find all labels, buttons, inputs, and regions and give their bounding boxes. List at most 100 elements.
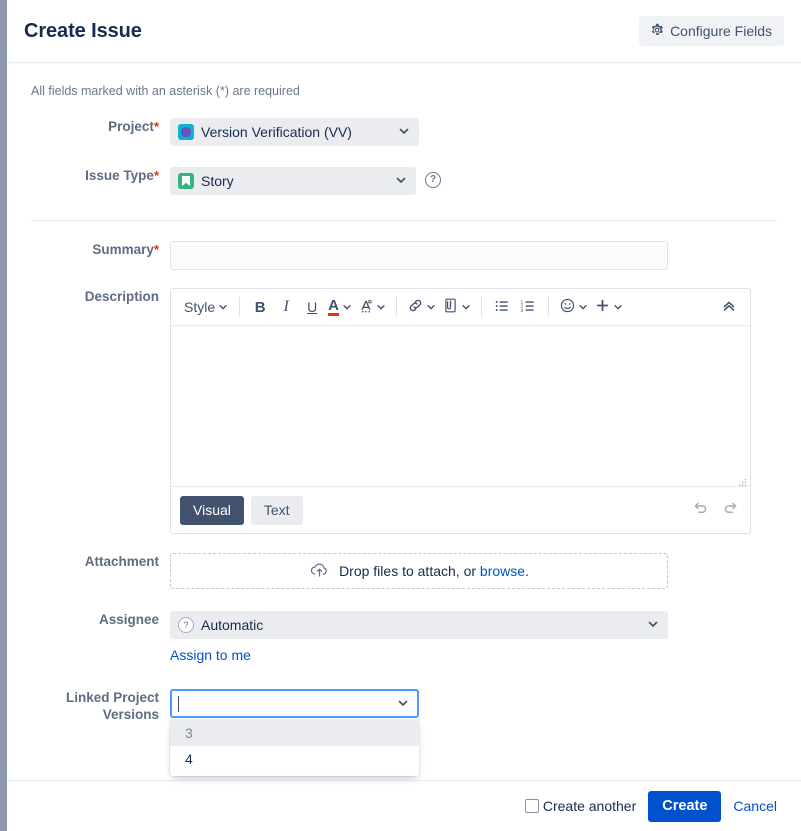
svg-text:3: 3 [521, 307, 524, 313]
linked-project-versions-label-line2: Versions [102, 707, 159, 722]
summary-control [170, 241, 777, 270]
project-select[interactable]: Version Verification (VV) [170, 118, 419, 146]
summary-required-asterisk: * [153, 242, 159, 257]
description-control: Style B I U A 1 2 3 Visual Text [170, 288, 777, 534]
create-button[interactable]: Create [648, 790, 722, 822]
assignee-label: Assignee [31, 611, 170, 628]
assignee-label-text: Assignee [98, 612, 159, 627]
summary-input[interactable] [170, 241, 668, 270]
field-row-issue-type: Issue Type* Story ? [7, 167, 801, 195]
insert-link-button[interactable] [404, 293, 439, 321]
attachment-control: Drop files to attach, or browse. [170, 553, 777, 589]
toolbar-separator [395, 297, 397, 317]
text-caret [178, 695, 179, 712]
collapse-toolbar-button[interactable] [716, 293, 742, 321]
issue-type-required-asterisk: * [153, 168, 159, 183]
field-row-assignee: Assignee ? Automatic Assign to me [7, 611, 801, 665]
paperclip-icon [442, 297, 459, 317]
text-color-button[interactable]: A [325, 293, 355, 321]
toolbar-separator [547, 297, 549, 317]
assignee-control: ? Automatic Assign to me [170, 611, 777, 665]
avatar-unknown-icon: ? [178, 617, 194, 633]
style-label: Style [184, 299, 216, 315]
page-background: Create Issue Configure Fields All fields… [0, 0, 801, 831]
attachment-label: Attachment [31, 553, 170, 570]
page-title: Create Issue [24, 19, 142, 42]
chevron-down-icon [614, 305, 622, 310]
attachment-drop-text: Drop files to attach, or browse. [339, 563, 529, 579]
style-dropdown-button[interactable]: Style [179, 293, 232, 321]
attachment-label-text: Attachment [84, 554, 159, 569]
numbered-list-icon: 1 2 3 [520, 298, 536, 317]
issue-type-select[interactable]: Story [170, 167, 416, 195]
assignee-select[interactable]: ? Automatic [170, 611, 668, 639]
project-label-text: Project [108, 119, 154, 134]
linked-project-versions-dropdown-menu: 3 4 [170, 720, 419, 776]
field-row-linked-project-versions: Linked Project Versions 3 4 [7, 689, 801, 776]
underline-button[interactable]: U [299, 293, 325, 321]
chevron-down-icon [219, 305, 227, 310]
emoji-button[interactable] [556, 293, 591, 321]
insert-more-button[interactable] [591, 293, 626, 321]
numbered-list-button[interactable]: 1 2 3 [515, 293, 541, 321]
cancel-link[interactable]: Cancel [733, 798, 777, 814]
gear-icon [650, 23, 664, 39]
assignee-value: Automatic [201, 617, 264, 633]
issue-type-help-icon[interactable]: ? [425, 172, 441, 188]
description-label-text: Description [84, 289, 159, 304]
italic-button[interactable]: I [273, 293, 299, 321]
create-another-checkbox-wrapper[interactable]: Create another [524, 798, 636, 814]
redo-icon[interactable] [722, 499, 739, 521]
dropdown-option-3[interactable]: 3 [170, 720, 419, 746]
project-required-asterisk: * [153, 119, 159, 134]
linked-project-versions-label: Linked Project Versions [31, 689, 170, 723]
plus-icon [594, 297, 611, 317]
field-row-attachment: Attachment Drop files to attach, or brow… [7, 553, 801, 589]
field-row-project: Project* Version Verification (VV) [7, 118, 801, 146]
resize-handle[interactable] [738, 474, 747, 486]
summary-label: Summary* [31, 241, 170, 258]
highlight-color-button[interactable] [355, 293, 389, 321]
required-fields-note: All fields marked with an asterisk (*) a… [31, 84, 300, 98]
linked-project-versions-input[interactable] [170, 689, 419, 718]
drop-text: Drop files to attach, or [339, 563, 480, 579]
cloud-upload-icon [309, 561, 330, 582]
linked-project-versions-combobox: 3 4 [170, 689, 419, 776]
editor-footer: Visual Text [171, 486, 750, 533]
assign-to-me-link[interactable]: Assign to me [170, 647, 251, 663]
text-mode-tab[interactable]: Text [250, 495, 303, 525]
create-another-checkbox[interactable] [524, 799, 539, 813]
linked-project-versions-label-line1: Linked Project [65, 690, 159, 705]
project-value: Version Verification (VV) [201, 124, 352, 140]
field-row-summary: Summary* [7, 241, 801, 270]
attach-file-button[interactable] [439, 293, 474, 321]
chevron-down-icon [462, 305, 470, 310]
project-control: Version Verification (VV) [170, 118, 777, 146]
summary-label-text: Summary [92, 242, 154, 257]
bold-button[interactable]: B [247, 293, 273, 321]
bullet-list-button[interactable] [489, 293, 515, 321]
attachment-dropzone[interactable]: Drop files to attach, or browse. [170, 553, 668, 589]
configure-fields-label: Configure Fields [670, 23, 772, 39]
configure-fields-button[interactable]: Configure Fields [639, 16, 784, 46]
bullet-list-icon [494, 298, 510, 317]
undo-redo-group [692, 499, 739, 521]
story-icon [178, 173, 194, 189]
link-icon [407, 297, 424, 317]
project-label: Project* [31, 118, 170, 135]
create-issue-dialog: Create Issue Configure Fields All fields… [7, 0, 801, 831]
toolbar-separator [480, 297, 482, 317]
dialog-footer: Create another Create Cancel [7, 780, 801, 831]
description-textarea[interactable] [171, 326, 750, 486]
chevron-down-icon [427, 305, 435, 310]
visual-mode-tab[interactable]: Visual [180, 495, 244, 525]
issue-type-value: Story [201, 173, 234, 189]
undo-icon[interactable] [692, 499, 709, 521]
chevron-down-icon [398, 124, 410, 140]
italic-label: I [283, 298, 289, 315]
browse-link[interactable]: browse [480, 563, 525, 579]
description-label: Description [31, 288, 170, 305]
chevron-down-icon [647, 617, 659, 633]
dropdown-option-4[interactable]: 4 [170, 746, 419, 772]
bold-label: B [254, 298, 266, 316]
